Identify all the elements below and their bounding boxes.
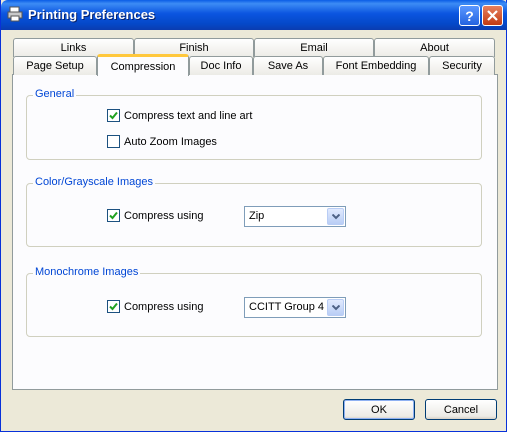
help-icon: ? [465,7,474,24]
mono-compress-checkbox[interactable]: Compress using [107,300,203,313]
tab-about[interactable]: About [374,38,495,57]
ok-button[interactable]: OK [343,399,415,420]
checkbox-label: Compress text and line art [124,109,253,122]
tab-row-front: Page Setup Compression Doc Info Save As … [13,54,495,76]
dropdown-button[interactable] [327,299,344,316]
checkmark-icon [109,111,118,120]
color-method-select[interactable]: Zip [244,206,346,227]
title-bar[interactable]: Printing Preferences ? [1,0,507,30]
button-label: Cancel [443,403,479,416]
checkbox-box[interactable] [107,300,120,313]
group-title: Monochrome Images [33,266,141,278]
tab-label: Save As [267,60,309,72]
general-group: General Compress text and line art Auto … [26,88,482,160]
tab-label: Email [300,42,328,54]
dropdown-button[interactable] [327,208,344,225]
auto-zoom-checkbox[interactable]: Auto Zoom Images [107,135,217,148]
tab-label: About [420,42,449,54]
button-label: OK [371,403,387,416]
mono-method-select[interactable]: CCITT Group 4 [244,297,346,318]
printing-preferences-dialog: Printing Preferences ? Links Finish Emai… [0,0,507,432]
color-compress-checkbox[interactable]: Compress using [107,209,203,222]
tab-row-back: Links Finish Email About [13,38,495,57]
checkmark-icon [109,211,118,220]
checkbox-box[interactable] [107,209,120,222]
color-grayscale-group: Color/Grayscale Images Compress using Zi… [26,176,482,247]
tab-page-setup[interactable]: Page Setup [13,56,97,75]
tab-save-as[interactable]: Save As [253,56,323,75]
tab-label: Font Embedding [335,60,417,72]
monochrome-group: Monochrome Images Compress using CCITT G… [26,266,482,337]
tab-security[interactable]: Security [429,56,495,75]
group-title: General [33,88,77,100]
select-value: Zip [249,210,265,222]
tab-font-embedding[interactable]: Font Embedding [323,56,429,75]
printer-icon [7,6,23,22]
compression-panel: General Compress text and line art Auto … [12,74,498,390]
close-icon [487,10,498,21]
close-button[interactable] [482,5,503,26]
tab-email[interactable]: Email [254,38,374,57]
compress-text-checkbox[interactable]: Compress text and line art [107,109,252,122]
chevron-down-icon [332,305,340,311]
checkbox-label: Auto Zoom Images [124,135,217,148]
tab-compression[interactable]: Compression [97,54,189,76]
group-title: Color/Grayscale Images [33,176,155,188]
help-button[interactable]: ? [459,5,480,26]
checkbox-label: Compress using [124,300,204,313]
tab-label: Page Setup [26,60,84,72]
tab-label: Security [442,60,482,72]
window-title: Printing Preferences [28,7,156,22]
checkbox-label: Compress using [124,209,204,222]
tab-label: Finish [179,42,209,54]
tab-doc-info[interactable]: Doc Info [189,56,253,75]
checkbox-box[interactable] [107,109,120,122]
tab-label: Links [60,42,87,54]
checkbox-box[interactable] [107,135,120,148]
checkmark-icon [109,302,118,311]
chevron-down-icon [332,214,340,220]
tab-label: Doc Info [200,60,242,72]
cancel-button[interactable]: Cancel [425,399,497,420]
select-value: CCITT Group 4 [249,301,324,313]
tab-label: Compression [110,60,176,73]
